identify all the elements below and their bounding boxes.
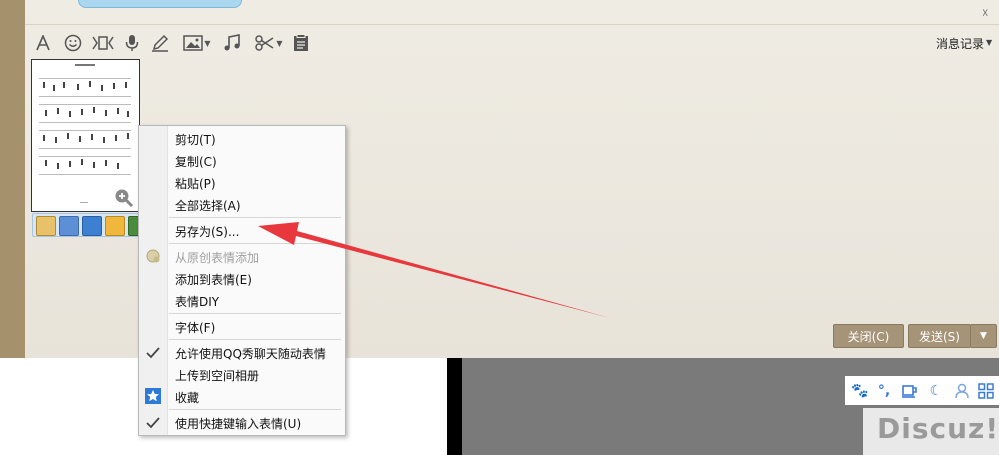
menu-separator — [169, 313, 341, 314]
smiley-icon[interactable] — [63, 33, 83, 53]
font-icon[interactable] — [34, 33, 52, 53]
window-left-border — [0, 0, 25, 358]
paw-icon[interactable]: 🐾 — [851, 382, 869, 400]
divider — [25, 24, 999, 25]
page-number-mark — [80, 202, 88, 203]
emoji-diy-icon[interactable] — [105, 216, 125, 236]
close-icon[interactable]: ☓ — [982, 6, 988, 20]
menu-item-shortcut-emoji[interactable]: 使用快捷键输入表情(U) — [175, 415, 301, 432]
context-menu: 剪切(T) 复制(C) 粘贴(P) 全部选择(A) 另存为(S)... 从原创表… — [138, 125, 346, 436]
screen-icon[interactable] — [82, 216, 102, 236]
save-icon[interactable] — [59, 216, 79, 236]
menu-item-copy[interactable]: 复制(C) — [175, 153, 217, 170]
image-icon[interactable]: ▼ — [180, 33, 214, 53]
menu-item-paste[interactable]: 粘贴(P) — [175, 175, 216, 192]
original-emoji-icon — [145, 248, 161, 264]
menu-separator — [169, 339, 341, 340]
checkmark-icon — [145, 415, 161, 431]
clipboard-icon[interactable] — [292, 33, 310, 53]
emoji-toolbar: 🐾 °, ☾ — [845, 376, 999, 405]
message-history-link[interactable]: 消息记录 — [936, 35, 984, 52]
close-button[interactable]: 关闭(C) — [833, 324, 904, 348]
menu-separator — [169, 409, 341, 410]
music-staff — [39, 154, 131, 176]
menu-item-font[interactable]: 字体(F) — [175, 319, 215, 336]
menu-separator — [169, 243, 341, 244]
moon-icon[interactable]: ☾ — [927, 382, 945, 400]
music-staff — [39, 76, 131, 98]
star-icon — [145, 388, 161, 404]
menu-item-emoji-diy[interactable]: 表情DIY — [175, 293, 219, 310]
menu-item-add-from-original: 从原创表情添加 — [175, 251, 260, 265]
chevron-down-icon[interactable]: ▼ — [204, 39, 210, 48]
send-options-chevron-icon[interactable]: ▼ — [970, 324, 997, 348]
menu-item-favorite[interactable]: 收藏 — [175, 389, 199, 406]
message-bubble — [78, 0, 242, 8]
grid-icon[interactable] — [977, 382, 995, 400]
watermark: Discuz! — [877, 412, 999, 445]
scissors-icon[interactable]: ▼ — [253, 33, 285, 53]
window-edge — [447, 358, 462, 455]
menu-item-select-all[interactable]: 全部选择(A) — [175, 197, 241, 214]
cup-icon[interactable] — [901, 382, 919, 400]
music-staff — [39, 128, 131, 150]
music-icon[interactable] — [222, 33, 242, 53]
add-emoji-icon[interactable] — [36, 216, 56, 236]
menu-item-add-to-emoji[interactable]: 添加到表情(E) — [175, 271, 252, 288]
microphone-icon[interactable] — [123, 33, 141, 53]
chevron-down-icon[interactable]: ▼ — [986, 38, 992, 47]
menu-item-cut[interactable]: 剪切(T) — [175, 131, 216, 148]
pencil-icon[interactable] — [151, 33, 169, 53]
person-icon[interactable] — [953, 382, 971, 400]
sheet-title-mark — [75, 64, 95, 66]
chevron-down-icon[interactable]: ▼ — [276, 39, 282, 48]
menu-item-save-as[interactable]: 另存为(S)... — [175, 223, 239, 240]
image-action-bar — [32, 213, 144, 237]
video-icon[interactable] — [92, 33, 114, 53]
menu-item-upload-album[interactable]: 上传到空间相册 — [175, 367, 259, 384]
menu-separator — [169, 217, 341, 218]
send-button[interactable]: 发送(S) — [908, 324, 971, 348]
zoom-in-icon[interactable] — [114, 188, 134, 208]
checkmark-icon — [145, 345, 161, 361]
punctuation-icon[interactable]: °, — [875, 382, 893, 400]
image-thumbnail[interactable] — [31, 59, 140, 212]
menu-item-allow-qqshow-emoji[interactable]: 允许使用QQ秀聊天随动表情 — [175, 345, 326, 362]
music-staff — [39, 102, 131, 124]
